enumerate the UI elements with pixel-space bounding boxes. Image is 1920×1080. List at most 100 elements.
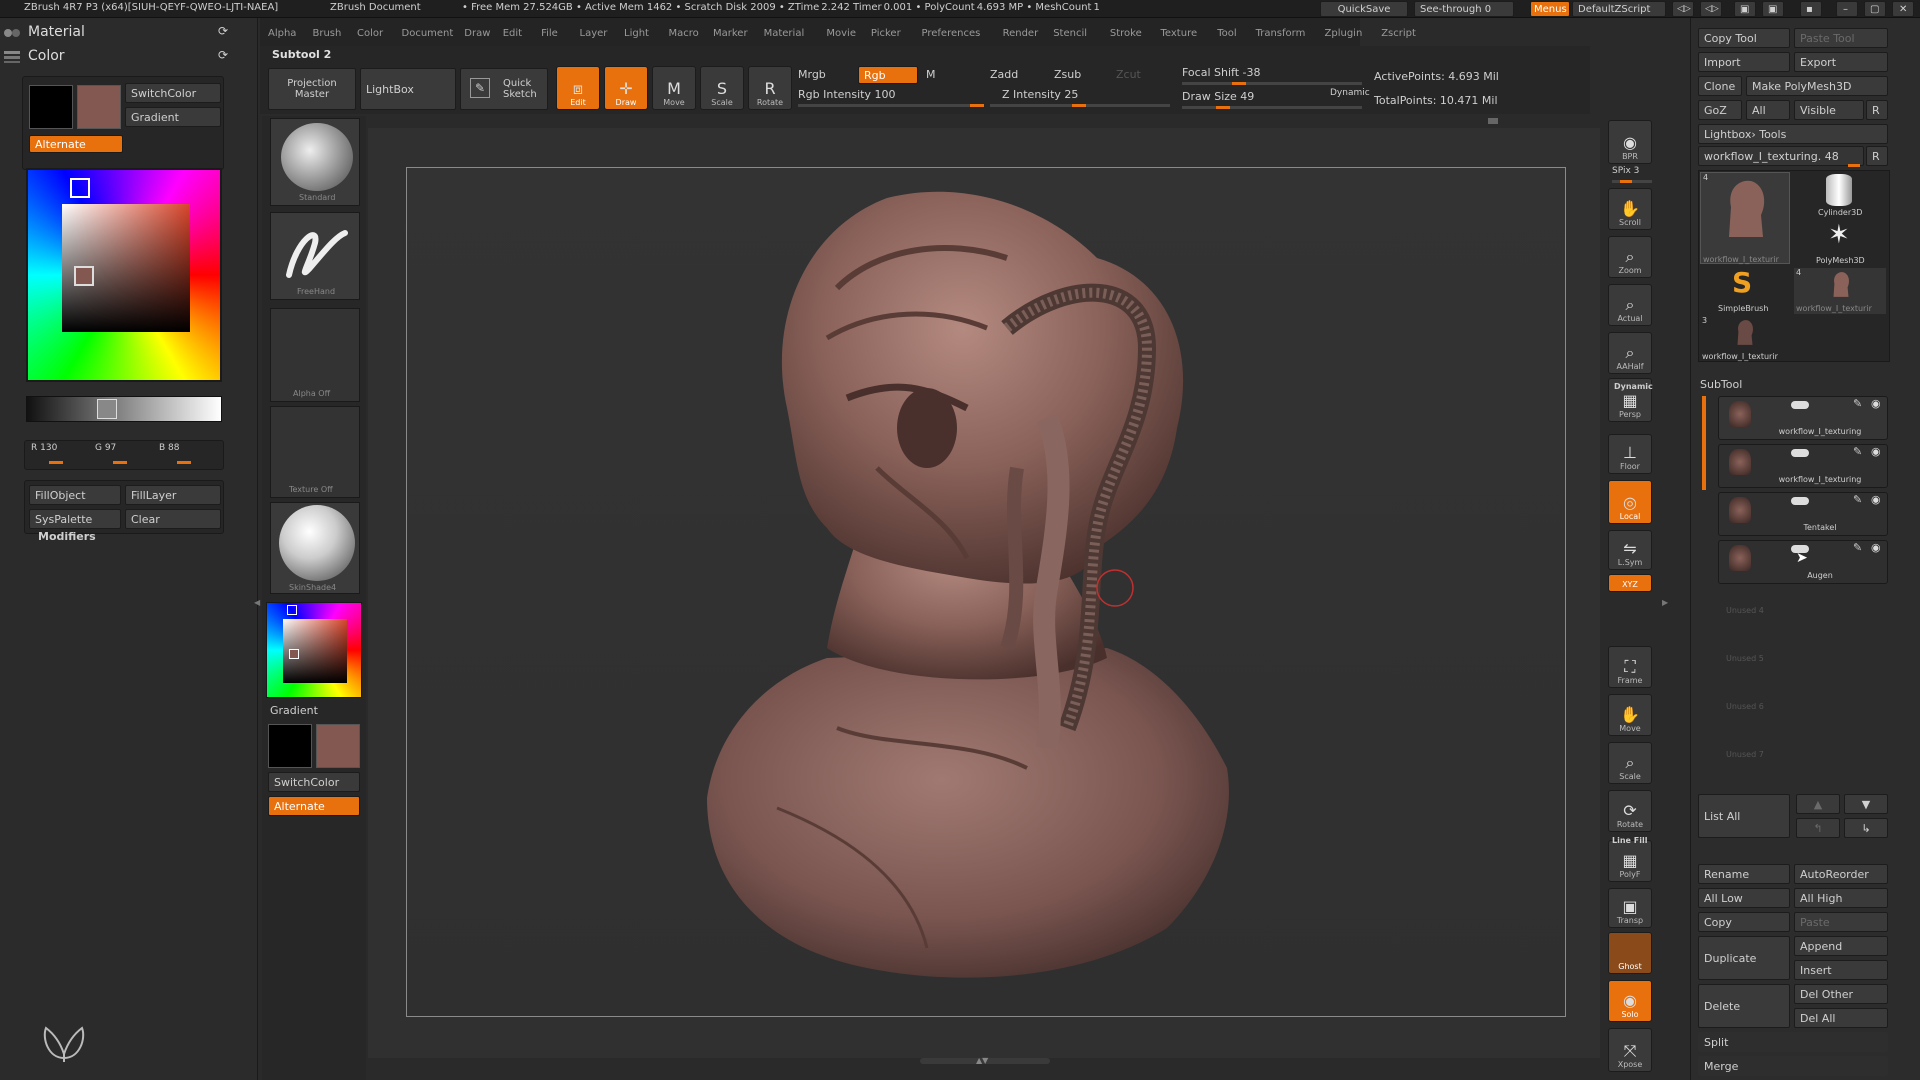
solo-button[interactable]: ◉ Solo [1608,980,1652,1022]
polypaint-toggle-icon[interactable] [1791,449,1809,457]
scroll-button[interactable]: ✋ Scroll [1608,188,1652,230]
window-layout-2-icon[interactable]: ▣ [1762,1,1784,17]
clear-button[interactable]: Clear [125,509,221,529]
import-button[interactable]: Import [1698,52,1790,72]
mini-hue-handle[interactable] [287,605,297,615]
projection-master-button[interactable]: Projection Master [268,68,356,110]
color-refresh-icon[interactable]: ⟳ [218,48,228,62]
lsym-button[interactable]: ⇋ L.Sym [1608,530,1652,570]
merge-menu[interactable]: Merge [1698,1056,1888,1076]
red-value[interactable]: R 130 [31,443,57,453]
filllayer-button[interactable]: FillLayer [125,485,221,505]
aahalf-button[interactable]: ⌕ AAHalf [1608,332,1652,374]
value-slider[interactable] [26,396,222,422]
texture-thumb[interactable]: Texture Off [270,406,360,498]
append-button[interactable]: Append [1794,936,1888,956]
goz-r-button[interactable]: R [1866,100,1888,120]
draw-size-slider[interactable]: Draw Size 49 [1182,90,1254,103]
move-mode-button[interactable]: M Move [652,66,696,110]
stroke-freehand-thumb[interactable]: FreeHand [270,212,360,300]
all-high-button[interactable]: All High [1794,888,1888,908]
polypaint-toggle-icon[interactable] [1791,401,1809,409]
clone-button[interactable]: Clone [1698,76,1742,96]
duplicate-button[interactable]: Duplicate [1698,936,1790,980]
dynamic-button[interactable]: Dynamic [1330,88,1370,98]
arrows-left-icon[interactable]: ◁▷ [1672,1,1694,17]
color-selector-handle[interactable] [74,266,94,286]
color-picker-wheel[interactable] [26,168,222,382]
visibility-eye-icon[interactable]: ◉ [1871,493,1881,506]
menu-macro[interactable]: Macro [669,28,699,39]
move-down-icon[interactable]: ▼ [1844,794,1888,814]
insert-button[interactable]: Insert [1794,960,1888,980]
secondary-color-swatch[interactable] [29,85,73,129]
subtool-header[interactable]: SubTool [1700,378,1742,391]
polyf-button[interactable]: ▦ PolyF [1608,840,1652,882]
brush-edit-icon[interactable]: ✎ [1853,493,1862,506]
menu-stroke[interactable]: Stroke [1110,28,1142,39]
tool-thumb-polymesh[interactable]: ✶ PolyMesh3D [1794,220,1886,266]
split-menu[interactable]: Split [1698,1032,1888,1052]
lightbox-tools-button[interactable]: Lightbox› Tools [1698,124,1888,144]
mrgb-button[interactable]: Mrgb [798,68,826,81]
del-all-button[interactable]: Del All [1794,1008,1888,1028]
xyz-button[interactable]: XYZ [1608,574,1652,592]
visibility-eye-icon[interactable]: ◉ [1871,445,1881,458]
rgb-intensity-slider[interactable]: Rgb Intensity 100 [798,88,895,101]
modifiers-label[interactable]: Modifiers [38,530,96,543]
window-layout-icon[interactable]: ▣ [1734,1,1756,17]
tool-thumb-workflow[interactable]: workflow_I_texturir 4 [1700,172,1790,264]
default-zscript-button[interactable]: DefaultZScript [1572,1,1666,17]
mini-alternate-button[interactable]: Alternate [268,796,360,816]
shelf-scroll-handle[interactable] [1488,118,1498,124]
menu-alpha[interactable]: Alpha [268,28,296,39]
material-refresh-icon[interactable]: ⟳ [218,24,228,38]
move-button[interactable]: ✋ Move [1608,694,1652,736]
quicksave-button[interactable]: QuickSave [1320,1,1408,17]
tool-r-button[interactable]: R [1866,146,1888,166]
mini-main-color[interactable] [316,724,360,768]
menu-light[interactable]: Light [624,28,649,39]
tool-thumb-workflow-2[interactable]: workflow_I_texturir 4 [1794,268,1886,314]
menu-zscript[interactable]: Zscript [1381,28,1416,39]
export-button[interactable]: Export [1794,52,1888,72]
brush-edit-icon[interactable]: ✎ [1853,445,1862,458]
syspalette-button[interactable]: SysPalette [29,509,121,529]
zadd-button[interactable]: Zadd [990,68,1018,81]
subtool-row-1[interactable]: ✎ ◉ workflow_I_texturing [1718,396,1888,440]
blue-value[interactable]: B 88 [159,443,180,453]
hue-selector-handle[interactable] [70,178,90,198]
menu-render[interactable]: Render [1003,28,1039,39]
fillobject-button[interactable]: FillObject [29,485,121,505]
zcut-button[interactable]: Zcut [1116,68,1141,81]
gradient-label[interactable]: Gradient [270,704,318,717]
color-title[interactable]: Color [28,48,65,64]
menu-draw[interactable]: Draw [464,28,490,39]
tool-thumb-workflow-3[interactable]: workflow_I_texturir 3 [1700,316,1790,362]
close-icon[interactable]: ✕ [1892,1,1914,17]
expand-bottom-icon[interactable]: ▲▼ [976,1056,988,1065]
minimize-icon[interactable]: – [1836,1,1858,17]
maximize-icon[interactable]: ▢ [1864,1,1886,17]
mini-secondary-color[interactable] [268,724,312,768]
menu-marker[interactable]: Marker [713,28,748,39]
edit-mode-button[interactable]: ⧈ Edit [556,66,600,110]
copy-subtool-button[interactable]: Copy [1698,912,1790,932]
draw-mode-button[interactable]: ✛ Draw [604,66,648,110]
brush-edit-icon[interactable]: ✎ [1853,541,1862,554]
polypaint-toggle-icon[interactable] [1791,497,1809,505]
subtool-scrollbar[interactable] [1702,396,1706,490]
zoom-button[interactable]: ⌕ Zoom [1608,236,1652,278]
material-title[interactable]: Material [28,24,85,40]
menu-edit[interactable]: Edit [503,28,522,39]
goz-button[interactable]: GoZ [1698,100,1742,120]
paste-tool-button[interactable]: Paste Tool [1794,28,1888,48]
visibility-eye-icon[interactable]: ◉ [1871,541,1881,554]
mini-switchcolor-button[interactable]: SwitchColor [268,772,360,792]
make-polymesh-button[interactable]: Make PolyMesh3D [1746,76,1888,96]
tool-thumb-cylinder[interactable]: Cylinder3D [1794,172,1886,218]
see-through-slider[interactable]: See-through 0 [1414,1,1514,17]
spix-slider[interactable]: SPix 3 [1612,166,1639,176]
m-button[interactable]: M [926,68,936,81]
visibility-eye-icon[interactable]: ◉ [1871,397,1881,410]
